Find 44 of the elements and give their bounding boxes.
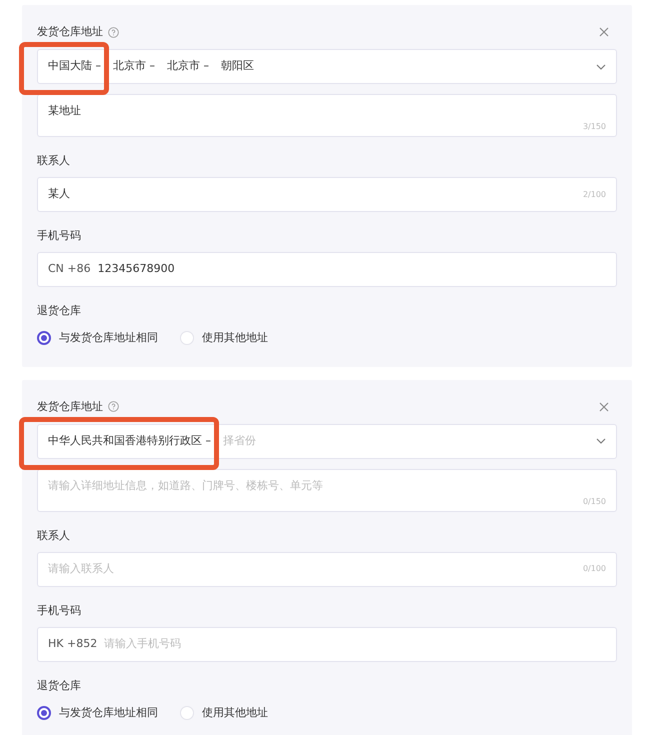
field-label: 手机号码 xyxy=(37,229,82,243)
field-label: 联系人 xyxy=(37,528,71,542)
character-counter: 2/100 xyxy=(582,188,606,200)
region-text: 中国大陆 – xyxy=(48,58,101,74)
character-counter: 0/100 xyxy=(582,563,606,575)
address-textarea[interactable]: 某地址 3/150 xyxy=(37,94,617,137)
field-label: 退货仓库 xyxy=(37,304,82,318)
phone-input[interactable]: HK +852 请输入手机号码 xyxy=(37,626,617,662)
radio-label: 使用其他地址 xyxy=(202,330,268,346)
phone-placeholder: 请输入手机号码 xyxy=(104,636,182,652)
radio-label: 与发货仓库地址相同 xyxy=(59,330,158,346)
field-label: 发货仓库地址 xyxy=(37,25,103,39)
radio-button[interactable] xyxy=(37,331,51,346)
phone-value: 12345678900 xyxy=(98,261,175,278)
region-text: 朝阳区 xyxy=(221,58,254,74)
radio-label: 使用其他地址 xyxy=(202,704,268,720)
radio-button[interactable] xyxy=(37,706,51,720)
field-label: 联系人 xyxy=(37,154,71,168)
contact-input[interactable]: 某人 2/100 xyxy=(37,177,617,212)
field-label: 发货仓库地址 xyxy=(37,400,103,414)
help-icon[interactable] xyxy=(108,26,119,38)
character-counter: 0/150 xyxy=(582,496,606,506)
contact-value: 某人 xyxy=(48,186,70,202)
field-label: 退货仓库 xyxy=(37,678,82,692)
field-label: 手机号码 xyxy=(37,604,82,618)
close-icon[interactable] xyxy=(599,402,609,412)
help-icon[interactable] xyxy=(108,401,119,412)
region-select[interactable]: 中华人民共和国香港特别行政区 – 择省份 xyxy=(37,424,617,458)
address-value: 某地址 xyxy=(48,104,82,118)
radio-label: 与发货仓库地址相同 xyxy=(59,704,158,720)
region-text: 北京市 – xyxy=(113,58,155,74)
character-counter: 3/150 xyxy=(582,122,606,132)
country-code[interactable]: CN +86 xyxy=(48,261,91,278)
chevron-down-icon xyxy=(596,438,606,444)
region-select[interactable]: 中国大陆 – 北京市 – 北京市 – 朝阳区 xyxy=(37,49,617,84)
region-text: 北京市 – xyxy=(167,58,209,74)
chevron-down-icon xyxy=(596,64,606,70)
region-placeholder: 择省份 xyxy=(223,432,256,449)
contact-placeholder: 请输入联系人 xyxy=(48,560,114,577)
address-placeholder: 请输入详细地址信息，如道路、门牌号、楼栋号、单元等 xyxy=(48,478,324,492)
close-icon[interactable] xyxy=(599,27,609,37)
country-code[interactable]: HK +852 xyxy=(48,636,98,652)
phone-input[interactable]: CN +86 12345678900 xyxy=(37,252,617,287)
region-text: 中华人民共和国香港特别行政区 – xyxy=(48,432,211,449)
